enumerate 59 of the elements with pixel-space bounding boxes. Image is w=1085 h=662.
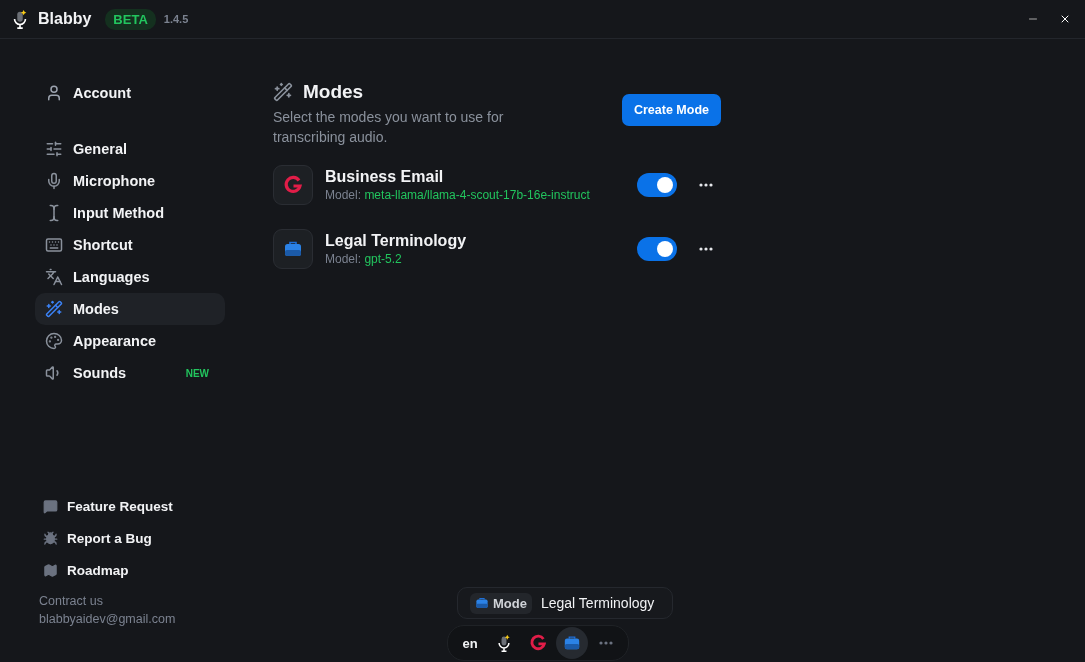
sidebar-item[interactable]: Appearance bbox=[35, 325, 225, 357]
sidebar-item[interactable]: Input Method bbox=[35, 197, 225, 229]
new-label: NEW bbox=[185, 367, 209, 379]
current-mode-name: Legal Terminology bbox=[540, 595, 655, 611]
sidebar-label: Appearance bbox=[73, 333, 156, 349]
footer-link[interactable]: Feature Request bbox=[35, 490, 225, 522]
user-icon bbox=[45, 84, 63, 102]
keyboard-icon bbox=[45, 236, 63, 254]
g-logo-icon bbox=[529, 634, 547, 652]
sidebar-item[interactable]: Shortcut bbox=[35, 229, 225, 261]
more-icon bbox=[699, 247, 713, 251]
mode-tag: Mode bbox=[470, 592, 532, 614]
more-icon bbox=[699, 183, 713, 187]
sidebar-label: Microphone bbox=[73, 173, 156, 189]
translate-icon bbox=[45, 268, 63, 286]
palette-icon bbox=[45, 332, 63, 350]
model-info: Model: meta-llama/llama-4-scout-17b-16e-instruct bbox=[325, 188, 591, 202]
mode-toggle[interactable] bbox=[637, 173, 677, 197]
app-name: Blabby bbox=[38, 10, 92, 28]
mode-toggle[interactable] bbox=[637, 237, 677, 261]
footer-link[interactable]: Report a Bug bbox=[35, 522, 225, 554]
sidebar-item[interactable]: General bbox=[35, 133, 225, 165]
page-title: Modes bbox=[303, 81, 364, 103]
sidebar-label: General bbox=[73, 141, 127, 157]
message-icon bbox=[43, 498, 58, 514]
sidebar-item[interactable]: Microphone bbox=[35, 165, 225, 197]
g-logo-icon bbox=[283, 175, 303, 195]
briefcase-icon bbox=[283, 239, 303, 259]
briefcase-icon bbox=[563, 634, 581, 652]
sidebar-item[interactable]: Languages bbox=[35, 261, 225, 293]
account-nav-item[interactable]: Account bbox=[35, 77, 225, 109]
page-description: Select the modes you want to use for transcribing audio. bbox=[273, 108, 505, 147]
mode-name: Legal Terminology bbox=[325, 232, 468, 250]
create-mode-button[interactable]: Create Mode bbox=[621, 94, 721, 126]
map-icon bbox=[43, 562, 58, 578]
close-icon[interactable] bbox=[1059, 13, 1071, 25]
sidebar-label: Input Method bbox=[73, 205, 164, 221]
sidebar-label: Modes bbox=[73, 301, 119, 317]
sidebar-item[interactable]: Sounds NEW bbox=[35, 357, 225, 389]
briefcase-icon bbox=[475, 596, 489, 610]
microphone-icon bbox=[45, 172, 63, 190]
more-icon bbox=[599, 641, 613, 645]
magic-wand-icon bbox=[45, 300, 63, 318]
microphone-logo-icon bbox=[495, 634, 513, 652]
contact-label: Contract us bbox=[39, 593, 104, 610]
sidebar-label: Shortcut bbox=[73, 237, 133, 253]
sidebar-item[interactable]: Modes bbox=[35, 293, 225, 325]
mode-name: Business Email bbox=[325, 168, 445, 186]
magic-wand-icon bbox=[273, 82, 293, 102]
contact-email: blabbyaidev@gmail.com bbox=[39, 611, 177, 628]
sliders-icon bbox=[45, 140, 63, 158]
sidebar-label: Sounds bbox=[73, 365, 127, 381]
sidebar-label: Languages bbox=[73, 269, 150, 285]
beta-badge: BETA bbox=[105, 8, 156, 30]
model-info: Model: gpt-5.2 bbox=[325, 252, 403, 266]
version-number: 1.4.5 bbox=[163, 13, 189, 25]
dock-item[interactable]: en bbox=[454, 627, 486, 659]
bug-icon bbox=[43, 530, 58, 546]
footer-link[interactable]: Roadmap bbox=[35, 554, 225, 586]
